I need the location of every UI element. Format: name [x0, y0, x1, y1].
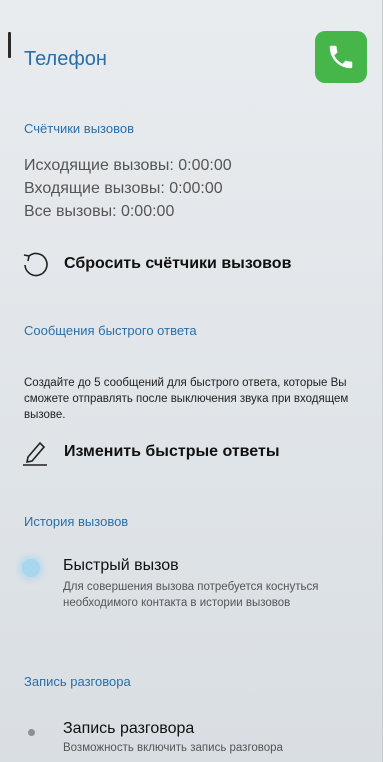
page-title: Телефон: [24, 48, 107, 70]
outgoing-calls-counter: Исходящие вызовы: 0:00:00: [24, 157, 232, 174]
section-heading-call-history: История вызовов: [24, 514, 129, 529]
phone-app-icon: [315, 31, 367, 83]
edit-quick-replies-label: Изменить быстрые ответы: [64, 443, 280, 460]
all-calls-counter: Все вызовы: 0:00:00: [24, 203, 175, 220]
incoming-calls-counter: Входящие вызовы: 0:00:00: [24, 180, 223, 197]
section-heading-recording: Запись разговора: [24, 674, 131, 689]
quick-call-radio[interactable]: [22, 559, 40, 577]
reset-counters-button[interactable]: Сбросить счётчики вызовов: [20, 249, 291, 279]
quick-call-title[interactable]: Быстрый вызов: [63, 557, 179, 575]
pencil-icon: [23, 441, 47, 466]
edit-quick-replies-button[interactable]: Изменить быстрые ответы: [20, 437, 280, 467]
recording-radio[interactable]: [28, 729, 35, 736]
scroll-indicator: [8, 32, 11, 58]
recording-title[interactable]: Запись разговора: [63, 720, 194, 738]
settings-screen: Телефон Счётчики вызовов Исходящие вызов…: [0, 0, 383, 762]
reset-counters-label: Сбросить счётчики вызовов: [64, 255, 292, 272]
quick-replies-description: Создайте до 5 сообщений для быстрого отв…: [24, 377, 349, 421]
reset-icon: [23, 252, 48, 277]
phone-icon: [329, 45, 353, 69]
quick-call-description: Для совершения вызова потребуется коснут…: [63, 581, 319, 609]
recording-description: Возможность включить запись разговора: [63, 742, 283, 754]
section-heading-call-counters: Счётчики вызовов: [24, 121, 134, 136]
section-heading-quick-replies: Сообщения быстрого ответа: [24, 323, 197, 338]
